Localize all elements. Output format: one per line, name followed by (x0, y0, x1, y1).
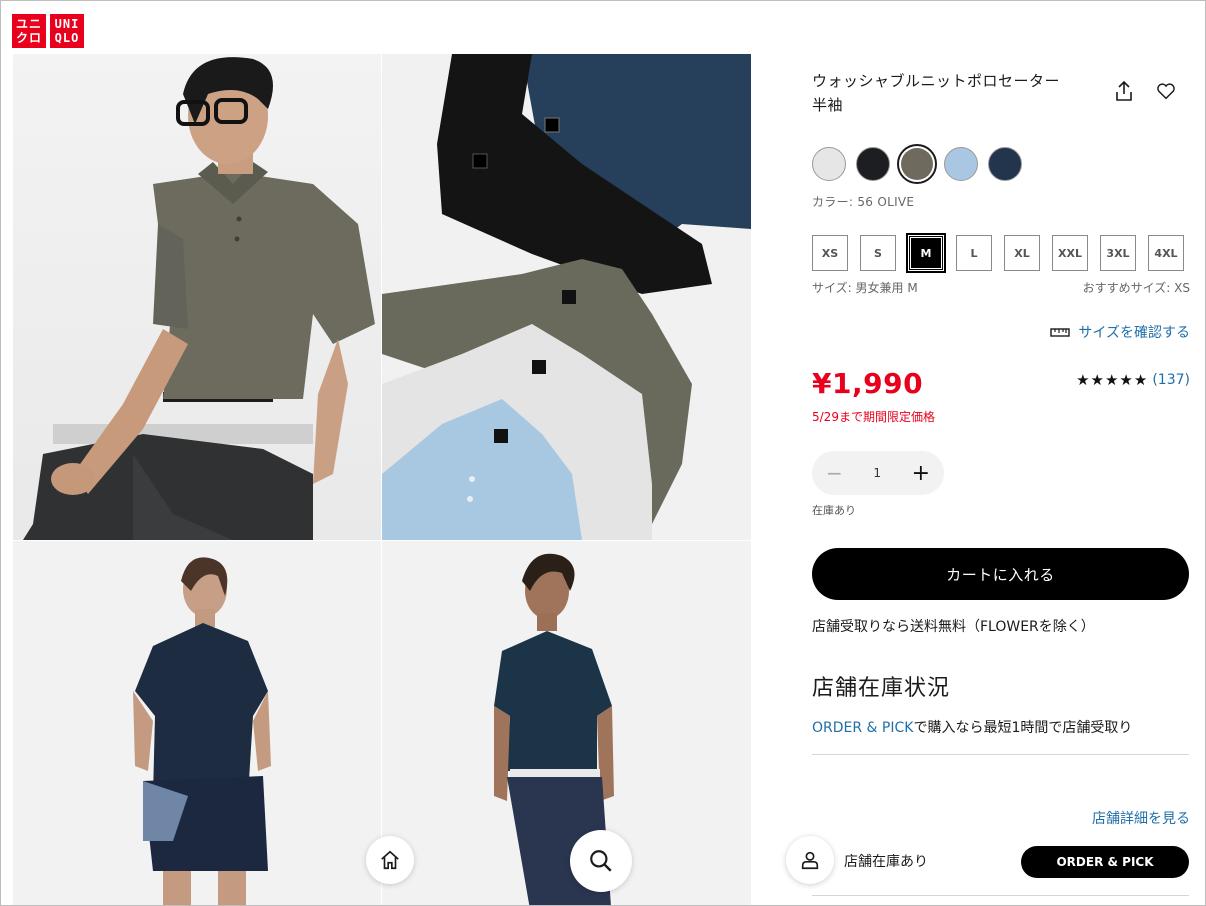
logo-latin: UNI QLO (50, 14, 84, 48)
account-button[interactable] (786, 836, 834, 884)
recommended-size: おすすめサイズ: XS (1082, 281, 1190, 295)
page-frame: ユニ クロ UNI QLO ウォッシャブルニットポロセーター 半袖 カラー: 5… (0, 0, 1206, 906)
rating[interactable]: ★★★★★ (137) (1076, 371, 1190, 389)
product-photo-color-lineup[interactable] (382, 54, 751, 540)
search-button[interactable] (570, 830, 632, 892)
store-status-row: 店舗在庫あり ORDER & PICK (786, 836, 1189, 884)
order-pick-info: ORDER & PICKで購入なら最短1時間で店舗受取り (812, 717, 1132, 737)
ruler-icon (1050, 328, 1071, 337)
store-detail-link[interactable]: 店舗詳細を見る (1092, 808, 1190, 828)
size-xl[interactable]: XL (1004, 235, 1040, 271)
add-to-cart-button[interactable]: カートに入れる (812, 548, 1189, 600)
store-stock-status: 店舗在庫あり (844, 854, 928, 870)
size-xxl[interactable]: XXL (1052, 235, 1088, 271)
home-button[interactable] (366, 836, 414, 884)
size-check-label: サイズを確認する (1078, 325, 1190, 341)
color-swatch-olive[interactable] (897, 144, 937, 184)
shipping-note: 店舗受取りなら送料無料（FLOWERを除く） (812, 619, 1095, 635)
size-check-link[interactable]: サイズを確認する (1050, 322, 1190, 342)
order-pick-text: で購入なら最短1時間で店舗受取り (913, 720, 1133, 736)
size-m[interactable]: M (906, 233, 946, 273)
star-rating: ★★★★★ (1076, 371, 1149, 389)
size-4xl[interactable]: 4XL (1148, 235, 1184, 271)
color-swatches (812, 144, 1022, 184)
color-swatch-light-gray[interactable] (812, 147, 846, 181)
divider (812, 754, 1189, 755)
color-swatch-navy[interactable] (988, 147, 1022, 181)
product-photo-model-navy-woman[interactable] (13, 541, 381, 905)
uniqlo-logo[interactable]: ユニ クロ UNI QLO (12, 14, 84, 48)
color-swatch-black[interactable] (856, 147, 890, 181)
size-3xl[interactable]: 3XL (1100, 235, 1136, 271)
divider (812, 895, 1189, 896)
product-photo-model-navy-man[interactable] (382, 541, 751, 905)
heart-icon (1157, 83, 1175, 100)
product-title: ウォッシャブルニットポロセーター 半袖 (812, 72, 1061, 114)
size-l[interactable]: L (956, 235, 992, 271)
price-note: 5/29まで期間限定価格 (812, 410, 935, 424)
search-icon (590, 850, 612, 872)
product-gallery (13, 54, 751, 905)
size-s[interactable]: S (860, 235, 896, 271)
order-pick-button[interactable]: ORDER & PICK (1021, 846, 1189, 878)
price: ¥1,990 (812, 367, 924, 400)
quantity-increase-button[interactable]: + (912, 461, 930, 486)
favorite-button[interactable] (1154, 79, 1178, 103)
color-swatch-light-blue[interactable] (944, 147, 978, 181)
logo-katakana: ユニ クロ (12, 14, 46, 48)
share-icon (1116, 80, 1132, 101)
selected-color-label: カラー: 56 OLIVE (812, 195, 915, 209)
size-options: XS S M L XL XXL 3XL 4XL (812, 233, 1184, 273)
size-xs[interactable]: XS (812, 235, 848, 271)
share-button[interactable] (1112, 79, 1136, 103)
user-icon (801, 851, 819, 870)
selected-size-label: サイズ: 男女兼用 M (812, 281, 918, 295)
order-pick-link[interactable]: ORDER & PICK (812, 720, 913, 736)
quantity-decrease-button[interactable]: − (826, 461, 843, 485)
stock-status: 在庫あり (812, 504, 856, 517)
home-icon (381, 850, 399, 870)
quantity-stepper: − 1 + (812, 451, 944, 495)
store-stock-heading: 店舗在庫状況 (812, 676, 951, 701)
review-count[interactable]: (137) (1152, 372, 1190, 388)
product-photo-model-olive[interactable] (13, 54, 381, 540)
quantity-value[interactable]: 1 (873, 466, 881, 480)
